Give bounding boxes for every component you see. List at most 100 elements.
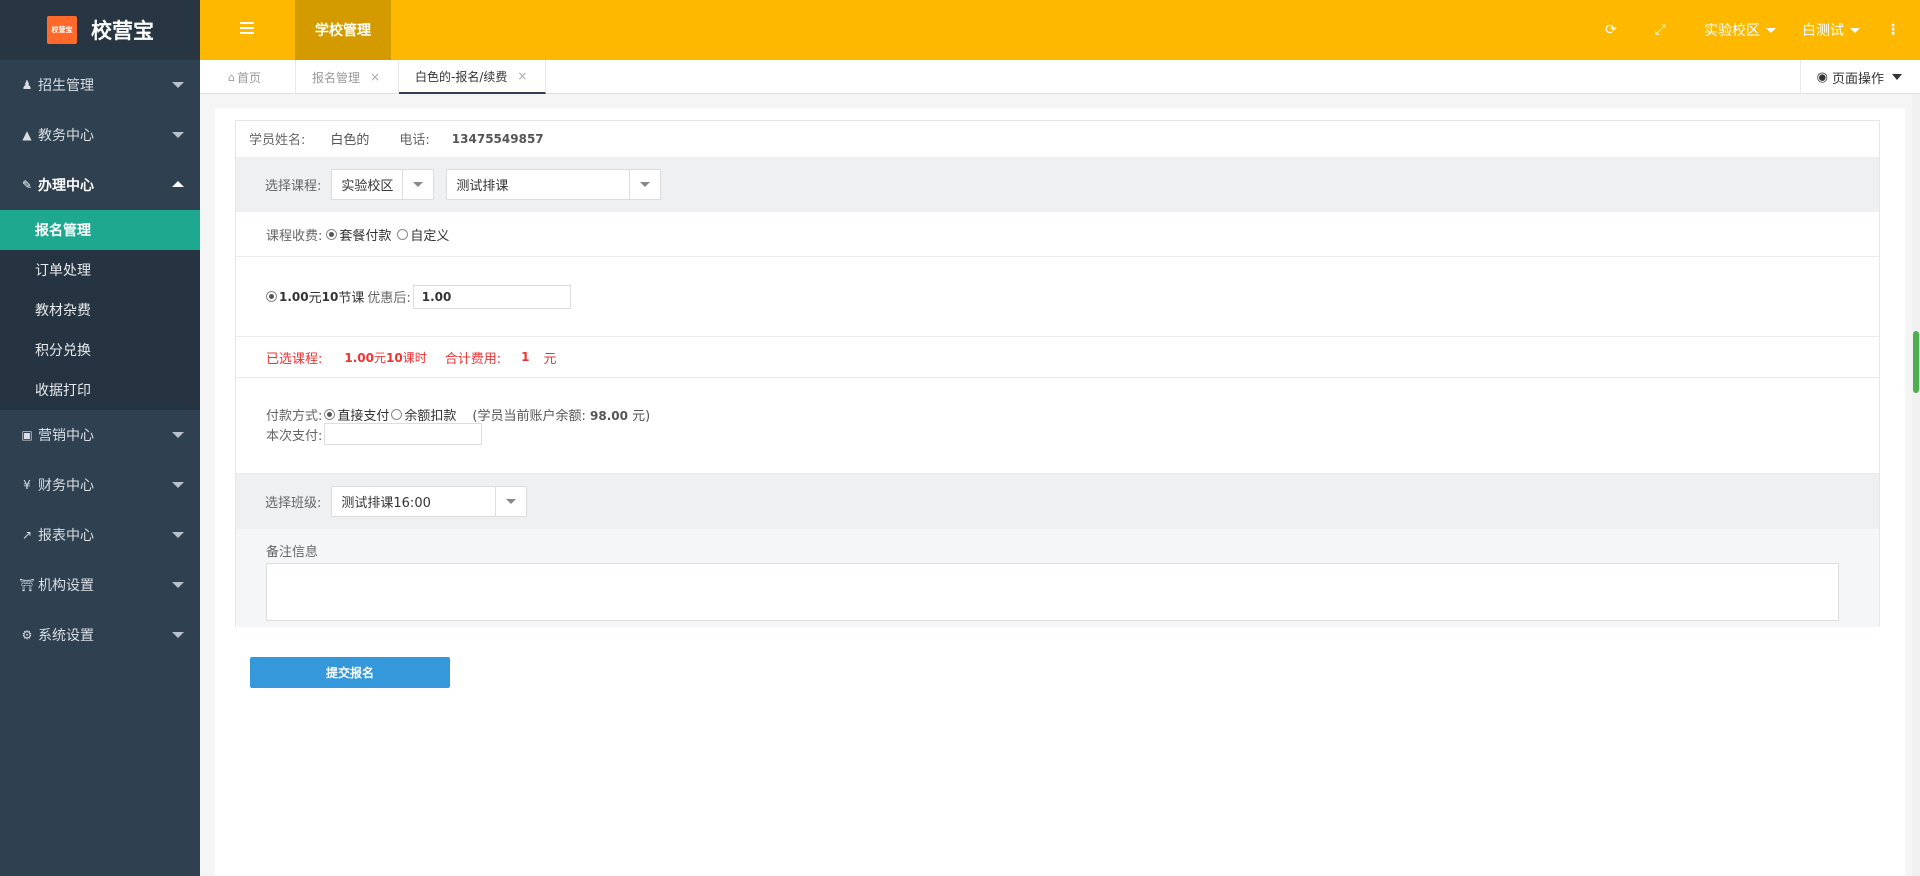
more-vertical-icon[interactable]: ⋮ bbox=[1886, 22, 1900, 38]
line-chart-icon: ↗ bbox=[21, 528, 33, 542]
chevron-down-icon bbox=[172, 532, 184, 538]
fee-option-package[interactable]: 套餐付款 bbox=[326, 225, 391, 244]
chevron-down-icon bbox=[172, 132, 184, 138]
graduation-cap-icon: ▲ bbox=[22, 128, 32, 142]
chevron-down-icon bbox=[172, 582, 184, 588]
total-value: 1 bbox=[521, 350, 530, 364]
chevron-down-icon bbox=[172, 482, 184, 488]
remark-row: 备注信息 bbox=[236, 529, 1879, 627]
menu-enrollment[interactable]: ♟ 招生管理 bbox=[0, 60, 200, 110]
package-option[interactable]: 1.00 元 10 节课 bbox=[266, 287, 364, 306]
this-payment-input[interactable] bbox=[324, 423, 483, 445]
package-row: 1.00 元 10 节课 优惠后: bbox=[236, 257, 1879, 337]
tab-label: 报名管理 bbox=[312, 70, 361, 85]
close-icon[interactable]: × bbox=[370, 70, 380, 84]
menu-label: 办理中心 bbox=[38, 178, 94, 194]
tab-label: 首页 bbox=[236, 70, 261, 85]
menu-marketing[interactable]: ▣ 营销中心 bbox=[0, 410, 200, 460]
radio-checked-icon[interactable] bbox=[326, 228, 338, 240]
chevron-down-icon bbox=[1766, 27, 1776, 33]
pay-option-direct[interactable]: 直接支付 bbox=[324, 405, 389, 424]
refresh-icon[interactable]: ⟳ bbox=[1605, 22, 1617, 38]
course-select[interactable]: 测试排课 bbox=[446, 169, 662, 200]
student-info-row: 学员姓名: 白色的 电话: 13475549857 bbox=[236, 121, 1879, 156]
chevron-down-icon bbox=[1850, 27, 1860, 33]
user-dropdown[interactable]: 白测试 bbox=[1802, 20, 1860, 40]
radio-unchecked-icon[interactable] bbox=[397, 228, 409, 240]
sub-item-enrollment-management[interactable]: 报名管理 bbox=[0, 210, 200, 250]
menu-finance[interactable]: ¥ 财务中心 bbox=[0, 460, 200, 510]
module-tab-school-management[interactable]: 学校管理 bbox=[295, 0, 391, 60]
chevron-down-icon bbox=[172, 82, 184, 88]
discount-input[interactable] bbox=[412, 284, 571, 309]
edit-icon: ✎ bbox=[21, 178, 33, 192]
payment-row: 付款方式: 直接支付 余额扣款 (学员当前账户余额: 98.00 元) 本次支付… bbox=[236, 378, 1879, 474]
tabbar: ⌂ 首页 报名管理 × 白色的-报名/续费 × ◉ 页面操作 bbox=[200, 60, 1920, 94]
institution-icon: ⛩ bbox=[19, 578, 35, 592]
submit-enrollment-button[interactable]: 提交报名 bbox=[250, 657, 450, 688]
pay-option-balance[interactable]: 余额扣款 bbox=[391, 405, 456, 424]
student-name-value: 白色的 bbox=[330, 133, 370, 148]
radio-checked-icon[interactable] bbox=[324, 408, 336, 420]
chevron-down-icon bbox=[629, 170, 660, 199]
chevron-down-icon bbox=[402, 170, 433, 199]
selected-course-label: 已选课程: bbox=[266, 351, 323, 367]
total-unit: 元 bbox=[543, 351, 557, 367]
phone-value: 13475549857 bbox=[451, 131, 544, 146]
menu-label: 系统设置 bbox=[38, 628, 94, 644]
laptop-icon: ▣ bbox=[21, 428, 33, 442]
fullscreen-icon[interactable]: ⤢ bbox=[1655, 22, 1666, 38]
menu-institution[interactable]: ⛩ 机构设置 bbox=[0, 560, 200, 610]
main-content: 学员姓名: 白色的 电话: 13475549857 选择课程: 实验校区 测试排… bbox=[215, 108, 1905, 876]
campus-dropdown[interactable]: 实验校区 bbox=[1704, 20, 1776, 40]
fee-option-custom[interactable]: 自定义 bbox=[397, 225, 449, 244]
discount-label: 优惠后: bbox=[367, 291, 411, 306]
tab-enrollment-management[interactable]: 报名管理 × bbox=[296, 60, 399, 94]
remark-label: 备注信息 bbox=[266, 545, 319, 560]
tab-enroll-renew[interactable]: 白色的-报名/续费 × bbox=[399, 60, 546, 94]
scrollbar-thumb[interactable] bbox=[1913, 331, 1919, 393]
course-select-row: 选择课程: 实验校区 测试排课 bbox=[236, 157, 1879, 212]
campus-select[interactable]: 实验校区 bbox=[331, 169, 435, 200]
menu-label: 教务中心 bbox=[38, 128, 94, 144]
user-label: 白测试 bbox=[1802, 23, 1844, 39]
menu-reports[interactable]: ↗ 报表中心 bbox=[0, 510, 200, 560]
menu-toggle-icon[interactable] bbox=[240, 22, 254, 36]
target-icon: ◉ bbox=[1816, 69, 1828, 85]
remark-textarea[interactable] bbox=[266, 563, 1839, 621]
chevron-down-icon bbox=[172, 432, 184, 438]
sub-item-points[interactable]: 积分兑换 bbox=[0, 330, 200, 370]
close-icon[interactable]: × bbox=[517, 69, 527, 83]
selected-course-value: 1.00元10课时 bbox=[344, 350, 427, 365]
class-select[interactable]: 测试排课16:00 bbox=[331, 486, 528, 517]
menu-system[interactable]: ⚙ 系统设置 bbox=[0, 610, 200, 660]
brand: 校营宝 校营宝 bbox=[0, 0, 200, 60]
total-label: 合计费用: bbox=[444, 351, 502, 367]
sub-item-orders[interactable]: 订单处理 bbox=[0, 250, 200, 290]
topbar-right: ⟳ ⤢ 实验校区 白测试 ⋮ bbox=[1605, 0, 1920, 60]
yen-icon: ¥ bbox=[23, 478, 31, 492]
fee-option-custom-label: 自定义 bbox=[410, 228, 450, 244]
fee-option-package-label: 套餐付款 bbox=[339, 228, 392, 244]
chevron-down-icon bbox=[1892, 74, 1902, 80]
chevron-down-icon bbox=[495, 487, 526, 516]
brand-logo: 校营宝 bbox=[47, 16, 77, 44]
sub-item-receipt[interactable]: 收据打印 bbox=[0, 370, 200, 410]
radio-checked-icon[interactable] bbox=[266, 291, 277, 302]
radio-unchecked-icon[interactable] bbox=[391, 408, 403, 420]
class-select-value: 测试排课16:00 bbox=[341, 496, 431, 511]
menu-label: 招生管理 bbox=[38, 78, 94, 94]
student-name-label: 学员姓名: bbox=[249, 133, 306, 148]
campus-label: 实验校区 bbox=[1704, 23, 1760, 39]
sub-item-materials[interactable]: 教材杂费 bbox=[0, 290, 200, 330]
scrollbar[interactable] bbox=[1912, 94, 1920, 876]
menu-processing[interactable]: ✎ 办理中心 bbox=[0, 160, 200, 210]
page-operations-dropdown[interactable]: ◉ 页面操作 bbox=[1799, 60, 1902, 94]
menu-academic[interactable]: ▲ 教务中心 bbox=[0, 110, 200, 160]
this-payment-label: 本次支付: bbox=[266, 428, 323, 444]
summary-row: 已选课程: 1.00元10课时 合计费用: 1 元 bbox=[236, 337, 1879, 378]
cogs-icon: ⚙ bbox=[21, 628, 33, 642]
class-label: 选择班级: bbox=[265, 496, 322, 511]
page-ops-label: 页面操作 bbox=[1831, 71, 1884, 87]
tab-home[interactable]: ⌂ 首页 bbox=[210, 60, 296, 94]
